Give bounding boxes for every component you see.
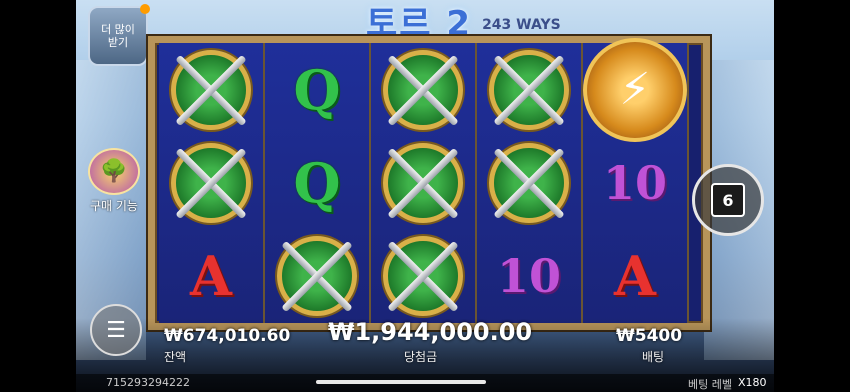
more-rewards-line2: 받기 bbox=[107, 36, 129, 49]
bet-label: 배팅 bbox=[642, 350, 665, 364]
reel-5: ⚡ 10 A bbox=[583, 37, 689, 323]
crossed-swords-shield-icon bbox=[383, 235, 463, 316]
symbol-shield bbox=[477, 43, 581, 136]
ways-label: 243 WAYS bbox=[482, 17, 561, 33]
reel-2: QQ bbox=[265, 43, 371, 323]
tree-icon: 🌳 bbox=[88, 148, 140, 195]
crossed-swords-shield-icon bbox=[489, 49, 569, 130]
notification-dot bbox=[140, 4, 150, 14]
reel-3 bbox=[371, 43, 477, 323]
game-title: 토르 2 243 WAYS bbox=[366, 0, 561, 44]
crossed-swords-shield-icon bbox=[383, 142, 463, 223]
more-rewards-line1: 더 많이 bbox=[101, 23, 135, 36]
symbol-A: A bbox=[159, 229, 263, 322]
autoplay-button[interactable]: 6 bbox=[692, 164, 764, 236]
crossed-swords-shield-icon bbox=[171, 49, 251, 130]
bet-value: ₩5400 bbox=[616, 326, 683, 346]
thor-portrait-icon: ⚡ bbox=[583, 37, 687, 142]
symbol-shield bbox=[371, 43, 475, 136]
symbol-shield bbox=[477, 136, 581, 229]
symbol-shield bbox=[159, 136, 263, 229]
win-value: ₩1,944,000.00 bbox=[328, 318, 533, 346]
crossed-swords-shield-icon bbox=[383, 49, 463, 130]
win-label: 당첨금 bbox=[404, 350, 438, 364]
symbol-label: 10 bbox=[602, 155, 667, 210]
symbol-label: A bbox=[190, 243, 232, 308]
symbol-label: A bbox=[614, 243, 656, 308]
bet-level-value: X180 bbox=[738, 376, 767, 389]
symbol-label: 10 bbox=[496, 248, 561, 303]
symbol-shield bbox=[265, 229, 369, 322]
home-indicator[interactable] bbox=[316, 380, 486, 384]
buy-feature-label: 구매 기능 bbox=[90, 199, 138, 213]
balance-label: 잔액 bbox=[164, 350, 187, 364]
symbol-shield bbox=[371, 229, 475, 322]
symbol-shield bbox=[159, 43, 263, 136]
autoplay-count: 6 bbox=[711, 183, 745, 217]
more-rewards-button[interactable]: 더 많이 받기 bbox=[88, 4, 150, 66]
hamburger-icon: ☰ bbox=[106, 317, 126, 343]
symbol-10: 10 bbox=[583, 136, 687, 229]
symbol-label: Q bbox=[293, 150, 341, 215]
crossed-swords-shield-icon bbox=[171, 142, 251, 223]
round-id: 715293294222 bbox=[106, 376, 190, 389]
symbol-thor: ⚡ bbox=[583, 37, 687, 142]
crossed-swords-shield-icon bbox=[489, 142, 569, 223]
balance-value: ₩674,010.60 bbox=[164, 326, 291, 346]
reel-frame: A Q Q 10 ⚡ 10 A bbox=[148, 36, 710, 330]
symbol-Q: Q bbox=[265, 43, 369, 136]
reel-4: 10 bbox=[477, 43, 583, 323]
symbol-10: 10 bbox=[477, 229, 581, 322]
bet-level-label: 베팅 레벨 bbox=[688, 378, 732, 391]
game-screen: 토르 2 243 WAYS 더 많이 받기 🌳 구매 기능 A Q Q 10 ⚡ 10 A … bbox=[76, 0, 774, 392]
reel-1: A bbox=[159, 43, 265, 323]
buy-feature-button[interactable]: 🌳 구매 기능 bbox=[80, 148, 148, 214]
symbol-label: Q bbox=[293, 57, 341, 122]
symbol-A: A bbox=[583, 229, 687, 322]
symbol-shield bbox=[371, 136, 475, 229]
crossed-swords-shield-icon bbox=[277, 235, 357, 316]
menu-button[interactable]: ☰ bbox=[90, 304, 142, 356]
symbol-Q: Q bbox=[265, 136, 369, 229]
